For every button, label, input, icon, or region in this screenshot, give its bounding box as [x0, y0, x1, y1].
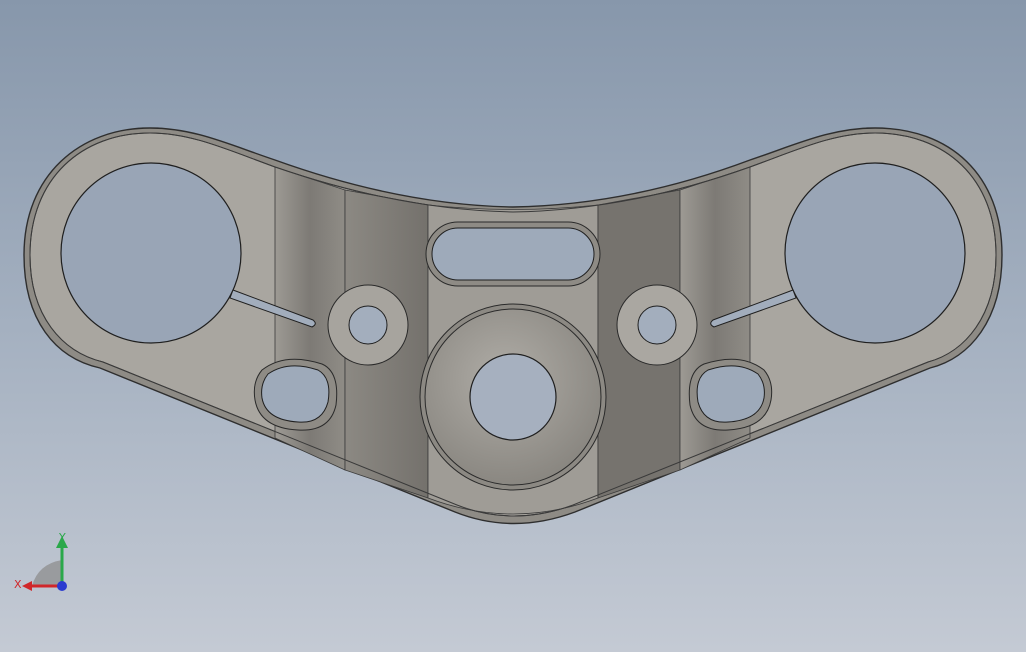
triad-x-label: X — [14, 578, 22, 591]
triad-y-label: Y — [58, 531, 66, 544]
part-model[interactable] — [0, 0, 1026, 652]
right-fork-hole[interactable] — [784, 162, 966, 344]
triad-x-arrow-icon — [22, 581, 32, 591]
right-boss-hole[interactable] — [637, 305, 677, 345]
graphics-viewport[interactable]: Y X — [0, 0, 1026, 652]
left-pocket[interactable] — [261, 365, 330, 423]
triad-plane-icon — [32, 560, 62, 586]
right-pocket[interactable] — [696, 365, 765, 423]
left-boss-hole[interactable] — [348, 305, 388, 345]
top-slot[interactable] — [431, 227, 595, 281]
triad-z-axis-icon — [57, 581, 67, 591]
left-fork-hole[interactable] — [60, 162, 242, 344]
steering-stem-hole[interactable] — [469, 353, 557, 441]
orientation-triad: Y X — [14, 531, 68, 591]
